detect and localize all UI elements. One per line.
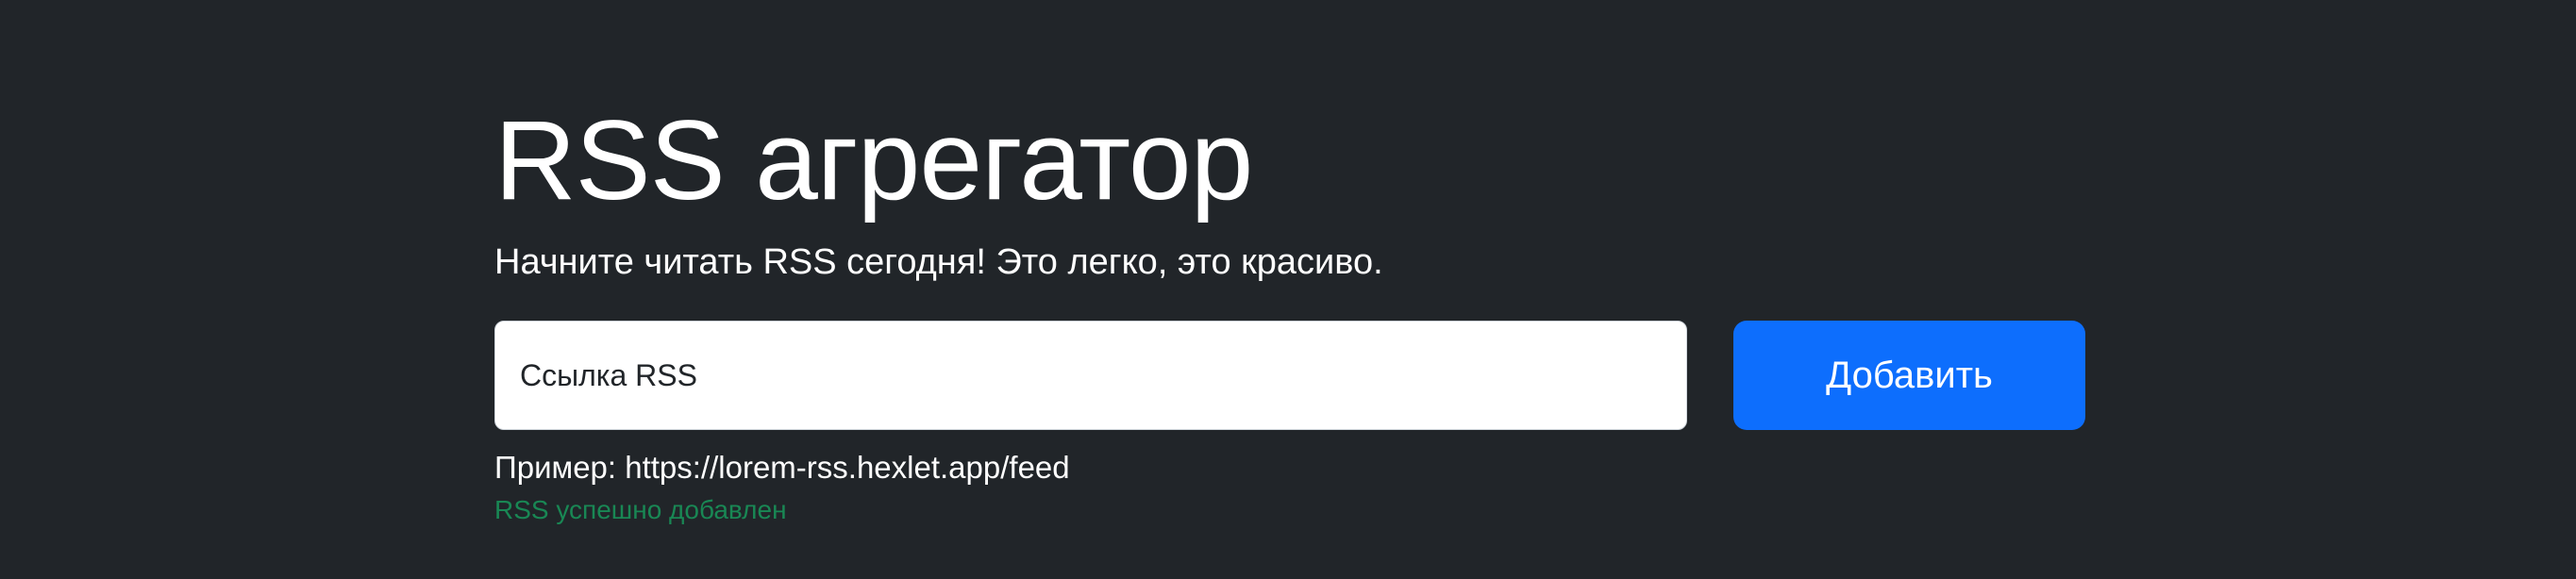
rss-url-input[interactable] [494,321,1687,430]
feedback-message: RSS успешно добавлен [494,495,787,524]
example-hint: Пример: https://lorem-rss.hexlet.app/fee… [494,450,1070,485]
add-button[interactable]: Добавить [1733,321,2085,430]
rss-form-section: RSS агрегатор Начните читать RSS сегодня… [494,0,2099,579]
rss-form: Добавить [494,321,2085,430]
page-title: RSS агрегатор [494,97,1253,223]
page-lead: Начните читать RSS сегодня! Это легко, э… [494,242,1383,282]
